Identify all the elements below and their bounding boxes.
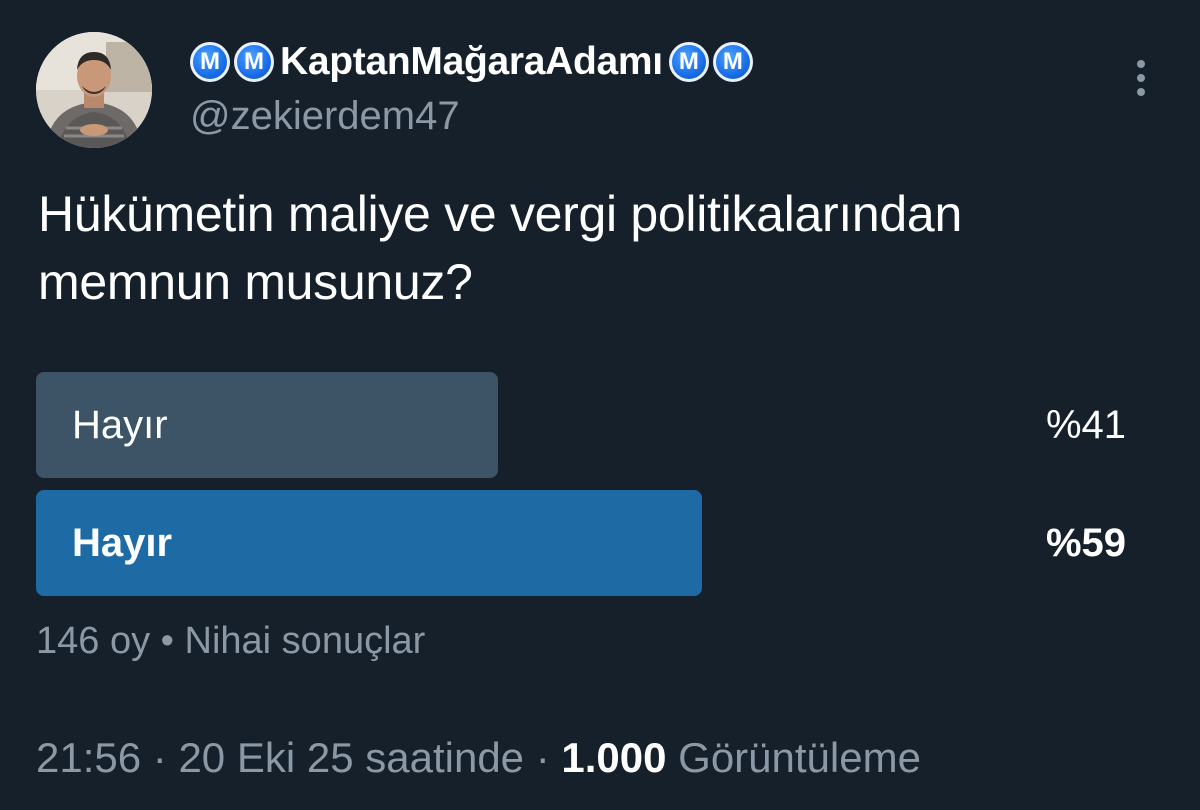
- poll-option-winner: Hayır %59: [36, 490, 1126, 596]
- avatar-image: [36, 32, 152, 148]
- poll-option-percent: %41: [1045, 403, 1126, 447]
- views-label[interactable]: Görüntüleme: [678, 734, 921, 781]
- poll-option-label: Hayır: [72, 403, 168, 447]
- poll-status: Nihai sonuçlar: [184, 620, 426, 662]
- author-name-row[interactable]: M M KaptanMağaraAdamı M M: [190, 36, 753, 88]
- more-vertical-icon[interactable]: [1124, 56, 1158, 100]
- tweet-card: M M KaptanMağaraAdamı M M @zekierdem47 H…: [0, 0, 1200, 810]
- views-count[interactable]: 1.000: [561, 734, 666, 781]
- footer-separator: ·: [535, 734, 550, 781]
- poll-meta: 146 oy • Nihai sonuçlar: [36, 620, 425, 663]
- poll-meta-separator: •: [160, 620, 174, 662]
- poll-votes: 146 oy: [36, 620, 151, 662]
- display-name[interactable]: KaptanMağaraAdamı: [280, 40, 663, 84]
- avatar[interactable]: [36, 32, 152, 148]
- tweet-text: Hükümetin maliye ve vergi politikalarınd…: [38, 186, 962, 310]
- more-dot: [1137, 60, 1145, 68]
- poll-option-percent: %59: [1045, 521, 1126, 565]
- tweet-footer: 21:56 · 20 Eki 25 saatinde · 1.000 Görün…: [36, 734, 921, 782]
- more-dot: [1137, 88, 1145, 96]
- poll-option: Hayır %41: [36, 372, 1126, 478]
- metro-m-icon: M: [712, 42, 753, 82]
- footer-separator: ·: [152, 734, 167, 781]
- metro-m-icon: M: [668, 42, 709, 82]
- poll: Hayır %41 Hayır %59: [36, 372, 1126, 608]
- metro-m-icon: M: [190, 42, 230, 82]
- tweet-date[interactable]: 20 Eki 25 saatinde: [178, 734, 524, 781]
- tweet-time[interactable]: 21:56: [36, 734, 141, 781]
- author-handle[interactable]: @zekierdem47: [190, 94, 460, 139]
- poll-option-label: Hayır: [72, 521, 173, 565]
- metro-m-icon: M: [234, 42, 274, 82]
- more-dot: [1137, 74, 1145, 82]
